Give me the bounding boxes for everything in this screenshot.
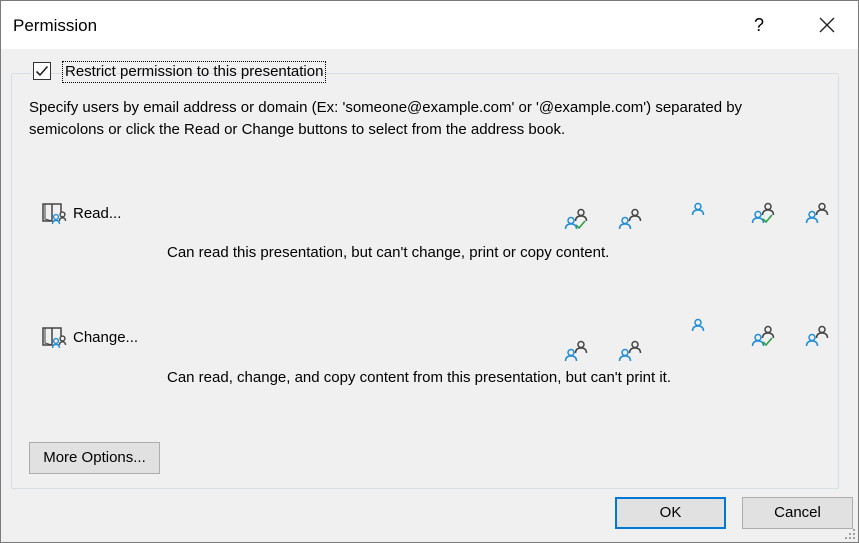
book-users-icon — [41, 325, 67, 349]
user-pair-icon — [564, 340, 588, 362]
single-user-icon — [691, 202, 705, 216]
help-button[interactable]: ? — [741, 9, 777, 41]
user-pair-icon — [805, 325, 829, 347]
user-pair-icon — [618, 340, 642, 362]
read-button[interactable]: Read... — [41, 199, 121, 227]
change-permission-description: Can read, change, and copy content from … — [167, 369, 671, 386]
change-button-label: Change... — [73, 328, 139, 346]
instructions-text: Specify users by email address or domain… — [29, 99, 743, 138]
resize-grip-icon[interactable] — [844, 528, 856, 540]
permission-dialog: Permission ? Restrict permission to this… — [0, 0, 859, 543]
checkmark-icon — [35, 65, 49, 77]
user-pair-icon — [618, 208, 642, 230]
user-pair-check-icon — [564, 208, 588, 230]
ok-button[interactable]: OK — [615, 497, 726, 529]
user-pair-check-icon — [751, 202, 775, 224]
restrict-permission-option[interactable]: Restrict permission to this presentation — [31, 60, 327, 84]
read-button-label: Read... — [73, 204, 122, 222]
window-title: Permission — [13, 16, 98, 35]
restrict-permission-checkbox[interactable] — [33, 62, 51, 80]
close-button[interactable] — [809, 9, 845, 41]
title-bar: Permission ? — [1, 1, 858, 49]
user-pair-check-icon — [751, 325, 775, 347]
read-permission-description: Can read this presentation, but can't ch… — [167, 244, 610, 261]
single-user-icon — [691, 318, 705, 332]
restrict-permission-label[interactable]: Restrict permission to this presentation — [62, 61, 327, 83]
book-users-icon — [41, 201, 67, 225]
user-pair-icon — [805, 202, 829, 224]
cancel-button[interactable]: Cancel — [742, 497, 853, 529]
change-button[interactable]: Change... — [41, 323, 138, 351]
close-icon — [819, 17, 835, 33]
more-options-button[interactable]: More Options... — [29, 442, 160, 474]
